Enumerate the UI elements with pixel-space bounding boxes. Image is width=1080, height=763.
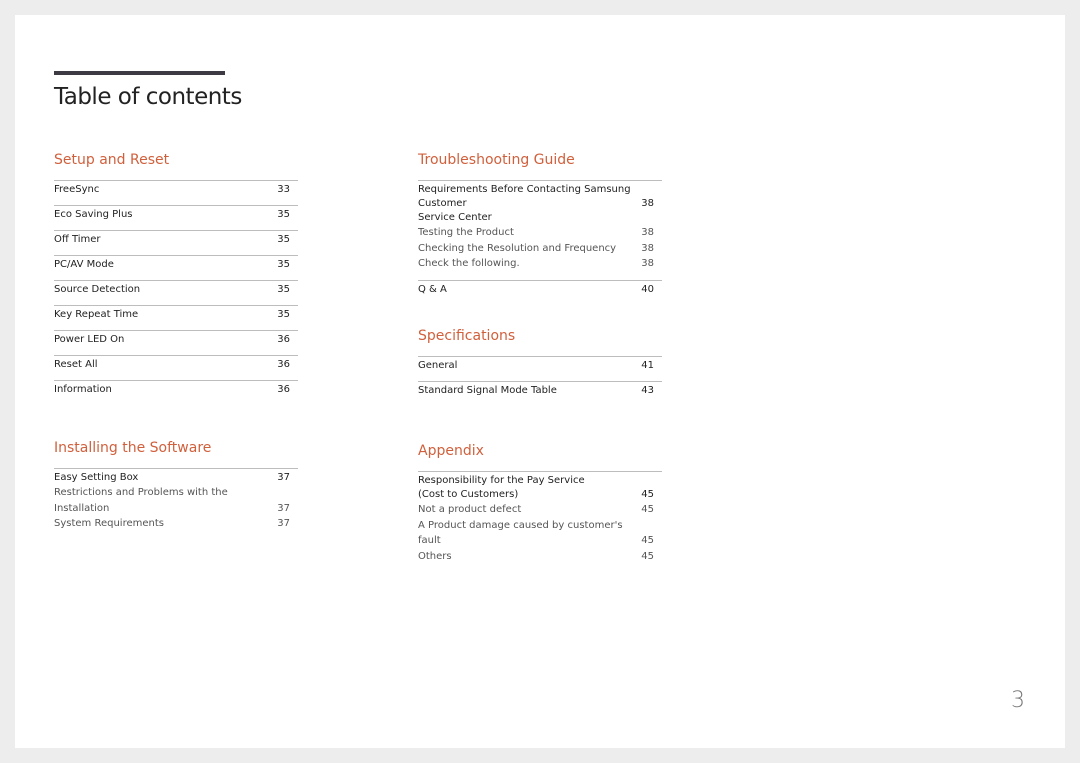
entry-title: Reset All xyxy=(54,359,98,370)
toc-entry[interactable]: Q & A 40 xyxy=(418,280,662,305)
entry-page-number: 38 xyxy=(641,242,654,254)
entry-title: Q & A xyxy=(418,284,447,296)
toc-entry[interactable]: Off Timer 35 xyxy=(54,230,298,255)
entry-page-number: 35 xyxy=(277,284,290,295)
entry-title: A Product damage caused by customer's fa… xyxy=(418,519,623,547)
entry-page-number: 36 xyxy=(277,359,290,370)
page-number: 3 xyxy=(1011,688,1025,713)
entry-page-number: 35 xyxy=(277,234,290,245)
section-heading: Specifications xyxy=(418,328,516,344)
entry-page-number: 38 xyxy=(641,227,654,238)
toc-entry[interactable]: Standard Signal Mode Table 43 xyxy=(418,381,662,406)
toc-entry[interactable]: Responsibility for the Pay Service (Cost … xyxy=(418,471,662,502)
entry-page-number: 37 xyxy=(277,502,290,514)
section-heading: Setup and Reset xyxy=(54,152,170,168)
page-title: Table of contents xyxy=(54,84,242,110)
entry-title: Responsibility for the Pay Service xyxy=(418,475,585,486)
entry-page-number: 45 xyxy=(641,504,654,515)
entry-title: General xyxy=(418,360,458,371)
section-appendix: Appendix Responsibility for the Pay Servi… xyxy=(418,441,662,565)
toc-entry[interactable]: PC/AV Mode 35 xyxy=(54,255,298,280)
toc-entry[interactable]: FreeSync 33 xyxy=(54,180,298,205)
toc-subentry[interactable]: Check the following. 38 xyxy=(418,256,662,272)
entry-page-number: 36 xyxy=(277,384,290,395)
entry-page-number: 43 xyxy=(641,385,654,396)
entry-title: Others xyxy=(418,551,452,563)
entry-title: Service Center xyxy=(418,212,492,223)
toc-subentry[interactable]: Testing the Product 38 xyxy=(418,225,662,241)
entry-page-number: 33 xyxy=(277,184,290,195)
section-troubleshooting-guide: Troubleshooting Guide Requirements Before… xyxy=(418,150,662,305)
entry-title: Information xyxy=(54,384,112,395)
entry-title: Not a product defect xyxy=(418,504,522,515)
entry-title: Eco Saving Plus xyxy=(54,209,133,220)
entry-title: System Requirements xyxy=(54,518,164,530)
entry-title: Testing the Product xyxy=(418,227,514,238)
entry-page-number: 36 xyxy=(277,334,290,345)
entry-page-number: 35 xyxy=(277,259,290,270)
entry-title: Restrictions and Problems with the Insta… xyxy=(54,487,228,514)
section-specifications: Specifications General 41 Standard Signal M… xyxy=(418,326,662,406)
entry-page-number: 37 xyxy=(277,518,290,530)
toc-subentry[interactable]: A Product damage caused by customer's fa… xyxy=(418,518,662,549)
entry-title: Requirements Before Contacting Samsung C… xyxy=(418,184,631,209)
title-bar-decoration xyxy=(54,71,225,75)
entry-page-number: 41 xyxy=(641,360,654,371)
toc-entry[interactable]: General 41 xyxy=(418,356,662,381)
toc-subentry[interactable]: Restrictions and Problems with the Insta… xyxy=(54,485,298,516)
entry-title: (Cost to Customers) xyxy=(418,489,519,500)
entry-title: Off Timer xyxy=(54,234,101,245)
toc-subentry[interactable]: Checking the Resolution and Frequency 38 xyxy=(418,241,662,257)
entry-page-number: 35 xyxy=(277,309,290,320)
toc-entry[interactable]: Source Detection 35 xyxy=(54,280,298,305)
toc-subentry[interactable]: System Requirements 37 xyxy=(54,516,298,532)
toc-entry[interactable]: Reset All 36 xyxy=(54,355,298,380)
entry-title: Check the following. xyxy=(418,258,520,270)
section-heading: Installing the Software xyxy=(54,440,212,456)
entry-title: PC/AV Mode xyxy=(54,259,114,270)
toc-entry[interactable]: Requirements Before Contacting Samsung C… xyxy=(418,180,662,225)
entry-title: Key Repeat Time xyxy=(54,309,139,320)
entry-title: Checking the Resolution and Frequency xyxy=(418,242,617,254)
entry-page-number: 45 xyxy=(641,535,654,547)
entry-title: Source Detection xyxy=(54,284,141,295)
entry-title: Power LED On xyxy=(54,334,125,345)
entry-page-number: 37 xyxy=(277,472,290,483)
toc-subentry[interactable]: Others 45 xyxy=(418,549,662,565)
entry-page-number: 38 xyxy=(641,258,654,270)
entry-page-number: 35 xyxy=(277,209,290,220)
section-heading: Troubleshooting Guide xyxy=(418,152,575,168)
entry-title: Standard Signal Mode Table xyxy=(418,385,557,396)
toc-entry[interactable]: Key Repeat Time 35 xyxy=(54,305,298,330)
entry-page-number: 45 xyxy=(641,551,654,563)
section-installing-the-software: Installing the Software Easy Setting Box 3… xyxy=(54,438,298,532)
toc-entry[interactable]: Power LED On 36 xyxy=(54,330,298,355)
entry-page-number: 45 xyxy=(641,489,654,500)
toc-entry[interactable]: Easy Setting Box 37 xyxy=(54,468,298,485)
entry-title: Easy Setting Box xyxy=(54,472,139,483)
section-heading: Appendix xyxy=(418,443,484,459)
entry-title: FreeSync xyxy=(54,184,100,195)
entry-page-number: 38 xyxy=(641,198,654,209)
entry-page-number: 40 xyxy=(641,284,654,296)
toc-entry[interactable]: Information 36 xyxy=(54,380,298,405)
section-setup-and-reset: Setup and Reset FreeSync 33 Eco Saving Plus… xyxy=(54,150,298,405)
toc-subentry[interactable]: Not a product defect 45 xyxy=(418,502,662,518)
toc-entry[interactable]: Eco Saving Plus 35 xyxy=(54,205,298,230)
